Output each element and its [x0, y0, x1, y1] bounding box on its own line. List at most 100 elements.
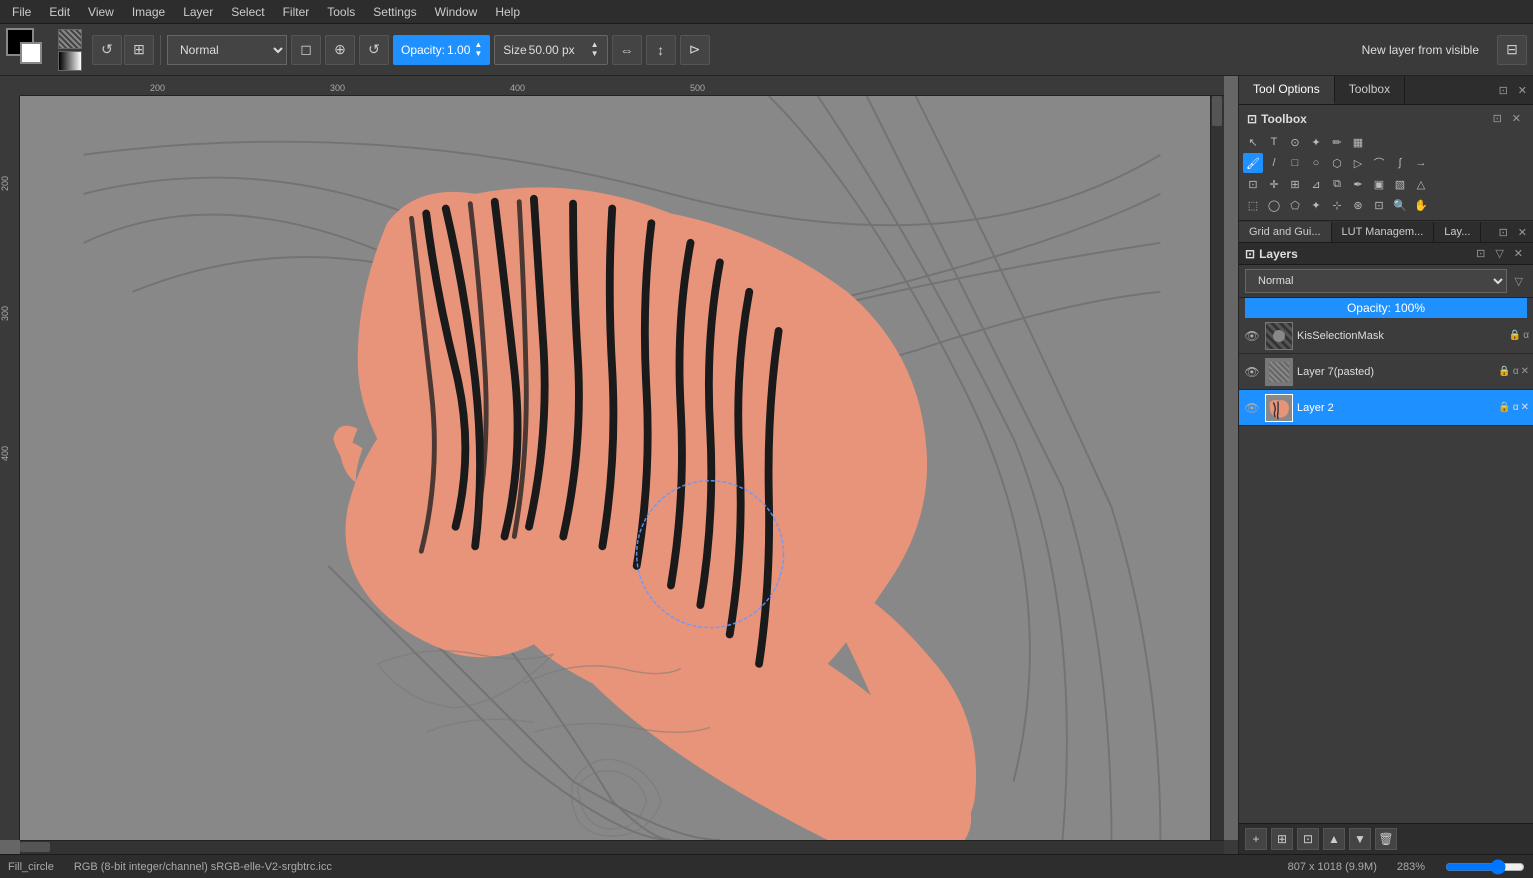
tool-meas[interactable]: △	[1411, 174, 1431, 194]
tool-ellipse[interactable]: ○	[1306, 153, 1326, 173]
panel-detach-btn[interactable]: ⊡	[1495, 83, 1512, 98]
background-color[interactable]	[20, 42, 42, 64]
tool-ellipse-sel[interactable]: ◯	[1264, 195, 1284, 215]
tool-select-color[interactable]: ⧉	[1327, 174, 1347, 194]
tool-pan[interactable]: ✋	[1411, 195, 1431, 215]
tool-gradient[interactable]: ▣	[1369, 174, 1389, 194]
menu-filter[interactable]: Filter	[275, 3, 318, 21]
panel-close-btn[interactable]: ✕	[1514, 83, 1531, 98]
tool-polygon[interactable]: ⬡	[1327, 153, 1347, 173]
tool-freehand-sel[interactable]: ✦	[1306, 195, 1326, 215]
layer-vis-7[interactable]: 👁	[1243, 363, 1261, 381]
menu-layer[interactable]: Layer	[175, 3, 221, 21]
mirror-btn[interactable]: ⊳	[680, 35, 710, 65]
vscroll[interactable]	[1210, 96, 1224, 840]
tool-rect-sel[interactable]: ⬚	[1243, 195, 1263, 215]
tool-warp[interactable]: ⊿	[1306, 174, 1326, 194]
tool-clone[interactable]: ⊙	[1285, 132, 1305, 152]
tool-select-arrow[interactable]: ↖	[1243, 132, 1263, 152]
opacity-spinners[interactable]: ▲ ▼	[474, 41, 482, 58]
blend-mode-select[interactable]: Normal	[167, 35, 287, 65]
layers-options-btn[interactable]: ▽	[1491, 246, 1507, 261]
alpha-lock-btn[interactable]: ⊕	[325, 35, 355, 65]
tab-grid-guides[interactable]: Grid and Gui...	[1239, 222, 1332, 242]
layer-item-selection-mask[interactable]: 👁 KisSelectionMask 🔒 α	[1239, 318, 1533, 354]
color-pair[interactable]	[6, 28, 50, 72]
tool-hatch[interactable]: ▦	[1348, 132, 1368, 152]
new-layer-visible-btn[interactable]: New layer from visible	[1352, 39, 1489, 61]
canvas-area[interactable]: 200 300 400 500 200 300 400	[0, 76, 1238, 854]
tab-layers-mini[interactable]: Lay...	[1434, 222, 1481, 242]
hscroll-thumb[interactable]	[20, 842, 50, 852]
tool-brush[interactable]: 🖌	[1243, 153, 1263, 173]
tool-pen[interactable]: ✒	[1348, 174, 1368, 194]
tool-move[interactable]: ✛	[1264, 174, 1284, 194]
hscroll[interactable]	[20, 840, 1224, 854]
bottom-tab-detach[interactable]: ⊡	[1495, 225, 1512, 240]
tool-magnetic-sel[interactable]: ⊡	[1369, 195, 1389, 215]
flip-h-btn[interactable]: ⇔	[612, 35, 642, 65]
opacity-bar[interactable]: Opacity: 100%	[1245, 298, 1527, 318]
menu-tools[interactable]: Tools	[319, 3, 363, 21]
panel-toggle-btn[interactable]: ⊟	[1497, 35, 1527, 65]
layer-blend-mode-select[interactable]: Normal	[1245, 269, 1507, 293]
tool-zoom[interactable]: 🔍	[1390, 195, 1410, 215]
gradient-swatch[interactable]	[58, 51, 82, 71]
refresh-btn[interactable]: ↺	[359, 35, 389, 65]
add-group-btn[interactable]: ⊞	[1271, 828, 1293, 850]
menu-file[interactable]: File	[4, 3, 39, 21]
toolbox-detach-btn[interactable]: ⊡	[1489, 111, 1506, 126]
tool-line[interactable]: /	[1264, 153, 1284, 173]
tool-similar-sel[interactable]: ⊛	[1348, 195, 1368, 215]
zoom-slider[interactable]	[1445, 859, 1525, 875]
size-spinners[interactable]: ▲ ▼	[591, 41, 599, 58]
tab-lut-management[interactable]: LUT Managem...	[1332, 222, 1435, 242]
menu-window[interactable]: Window	[427, 3, 486, 21]
tool-rect-sel2[interactable]: ▧	[1390, 174, 1410, 194]
menu-select[interactable]: Select	[223, 3, 272, 21]
grid-btn[interactable]: ⊞	[124, 35, 154, 65]
delete-layer-btn[interactable]: 🗑	[1375, 828, 1397, 850]
layer-item-7[interactable]: 👁 Layer 7(pasted) 🔒 α ✕	[1239, 354, 1533, 390]
menu-view[interactable]: View	[80, 3, 122, 21]
add-layer-btn[interactable]: +	[1245, 828, 1267, 850]
vscroll-thumb[interactable]	[1212, 96, 1222, 126]
tool-poly-select[interactable]: ▷	[1348, 153, 1368, 173]
toolbox-close-btn[interactable]: ✕	[1508, 111, 1525, 126]
menu-image[interactable]: Image	[124, 3, 173, 21]
layers-detach-btn[interactable]: ⊡	[1472, 246, 1489, 261]
tool-polygon-sel[interactable]: ⬠	[1285, 195, 1305, 215]
move-layer-up-btn[interactable]: ▲	[1323, 828, 1345, 850]
pattern-swatch[interactable]	[58, 29, 82, 49]
tool-arrow-draw[interactable]: →	[1411, 153, 1431, 173]
tool-text[interactable]: T	[1264, 132, 1284, 152]
move-layer-down-btn[interactable]: ▼	[1349, 828, 1371, 850]
layer-vis-2[interactable]: 👁	[1243, 399, 1261, 417]
reset-btn[interactable]: ↺	[92, 35, 122, 65]
size-value[interactable]: 50.00 px	[529, 43, 589, 57]
canvas-content[interactable]	[20, 96, 1224, 840]
erase-btn[interactable]: ◻	[291, 35, 321, 65]
menu-help[interactable]: Help	[487, 3, 528, 21]
layer-item-2[interactable]: 👁 Layer 2 🔒 α ✕	[1239, 390, 1533, 426]
menu-settings[interactable]: Settings	[365, 3, 424, 21]
tool-pencil[interactable]: ✏	[1327, 132, 1347, 152]
duplicate-layer-btn[interactable]: ⊡	[1297, 828, 1319, 850]
menu-edit[interactable]: Edit	[41, 3, 78, 21]
layer-vis-selection-mask[interactable]: 👁	[1243, 327, 1261, 345]
opacity-value[interactable]: 1.00	[447, 43, 470, 57]
tool-crop[interactable]: ⊡	[1243, 174, 1263, 194]
layer-2-icons: 🔒 α ✕	[1498, 402, 1529, 413]
layer-mode-options[interactable]: ▽	[1511, 274, 1527, 289]
tab-toolbox[interactable]: Toolbox	[1335, 76, 1405, 104]
bottom-tab-close[interactable]: ✕	[1514, 225, 1531, 240]
tool-transform[interactable]: ⊞	[1285, 174, 1305, 194]
layers-close-btn[interactable]: ✕	[1510, 246, 1527, 261]
flip-v-btn[interactable]: ↕	[646, 35, 676, 65]
tool-rect[interactable]: □	[1285, 153, 1305, 173]
tool-heal[interactable]: ✦	[1306, 132, 1326, 152]
tool-curve[interactable]: ⌒	[1369, 153, 1389, 173]
tool-calligraphy[interactable]: ∫	[1390, 153, 1410, 173]
tool-contiguous-sel[interactable]: ⊹	[1327, 195, 1347, 215]
tab-tool-options[interactable]: Tool Options	[1239, 76, 1335, 104]
